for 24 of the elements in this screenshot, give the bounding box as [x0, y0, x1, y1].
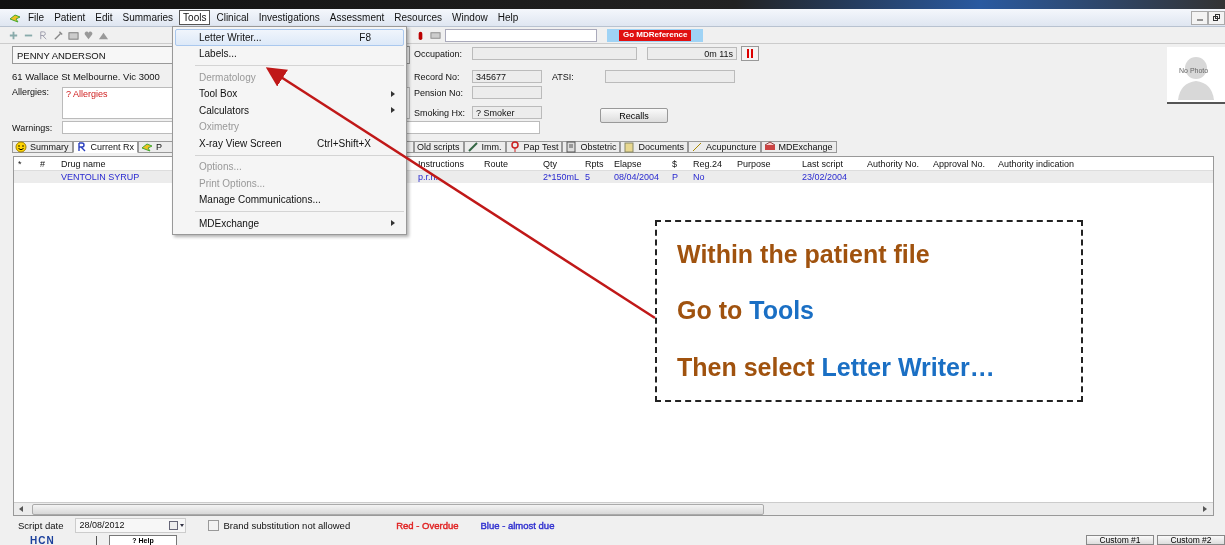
- instruction-text: Go to Tools: [677, 296, 816, 326]
- table-cell-text: 23/02/2004: [801, 172, 849, 182]
- table-cell-text: No: [692, 172, 706, 182]
- hcn-logo: HCN: [14, 536, 97, 545]
- table-cell-text: 2*150mL: [542, 172, 581, 182]
- field-label: Pension No:: [414, 87, 465, 98]
- atsi-label: ATSI:: [552, 71, 575, 82]
- table-cell-text: 08/04/2004: [613, 172, 661, 182]
- instruction-text: Then select Letter Writer…: [677, 353, 996, 383]
- table-cell-text: VENTOLIN SYRUP: [60, 172, 141, 182]
- field-label: Record No:: [414, 71, 461, 82]
- warnings-label: Warnings:: [12, 122, 54, 133]
- table-cell-text: P: [671, 172, 679, 182]
- allergies-label: Allergies:: [12, 87, 50, 97]
- legend-text: Blue - almost due: [480, 519, 555, 531]
- patient-address: 61 Wallace St Melbourne. Vic 3000: [12, 71, 160, 82]
- field-label: Smoking Hx:: [414, 107, 467, 118]
- script-date-label: Script date: [18, 519, 64, 531]
- legend-text: Red - Overdue: [396, 519, 459, 531]
- table-cell-text: 5: [584, 172, 591, 182]
- field-label: Occupation:: [414, 48, 464, 59]
- instruction-text: Within the patient file: [677, 239, 931, 269]
- timer-field: 0m 11s: [647, 47, 737, 60]
- checkbox-label: Brand substitution not allowed: [223, 519, 351, 531]
